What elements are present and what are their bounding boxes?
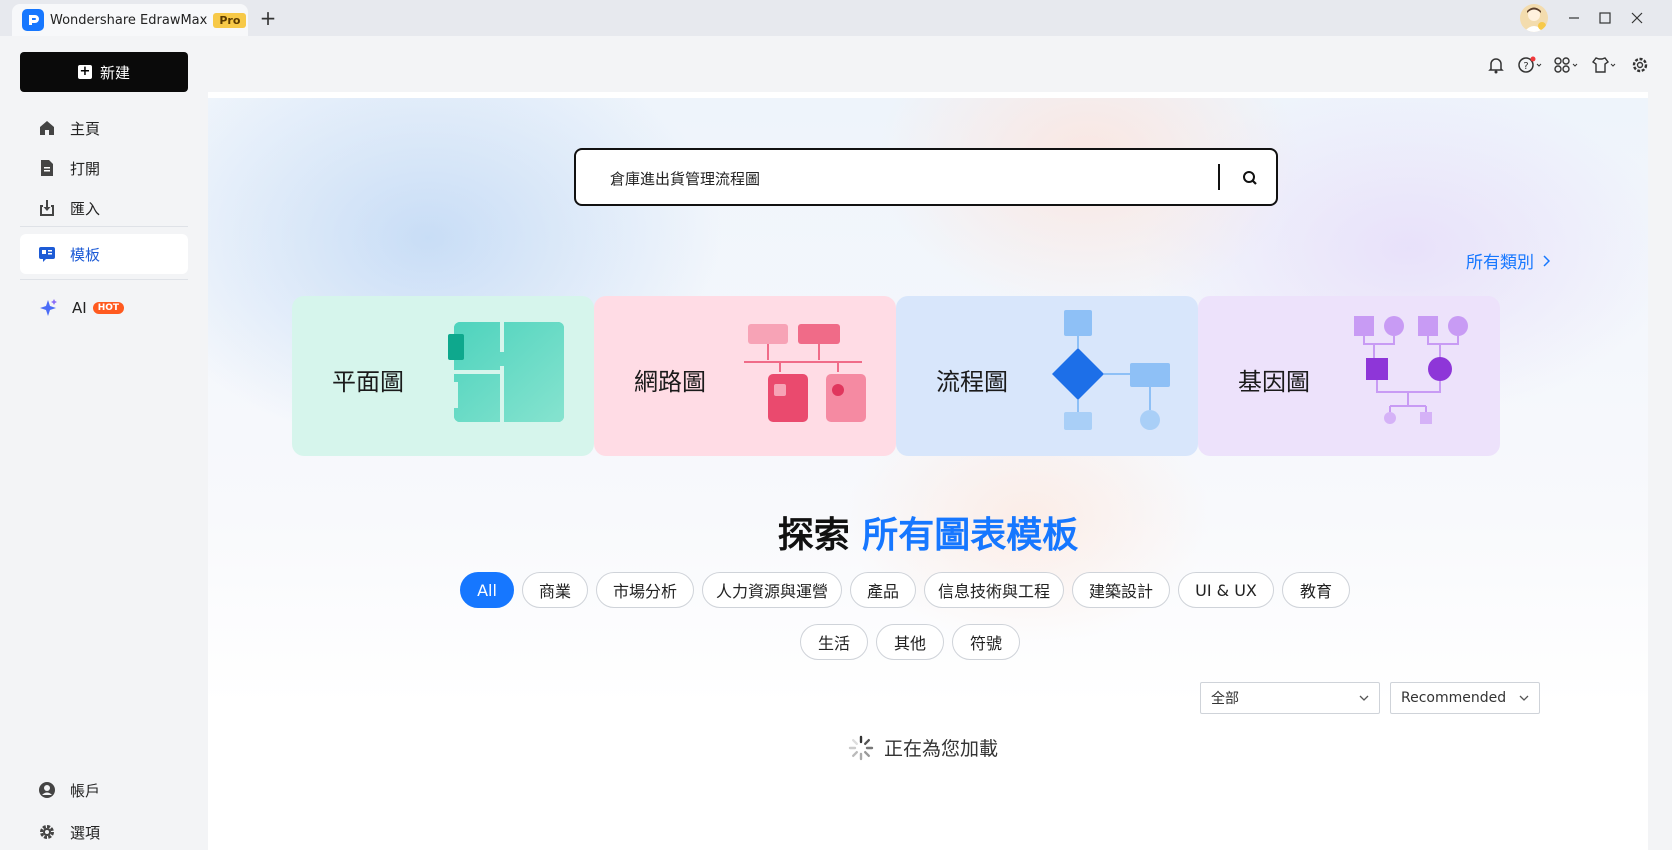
search-input[interactable] — [610, 166, 1210, 190]
bell-icon[interactable] — [1484, 54, 1508, 76]
file-icon — [41, 160, 53, 176]
sidebar-item-label: 選項 — [70, 823, 101, 842]
sidebar-item-open[interactable]: 打開 — [20, 148, 188, 188]
all-categories-link[interactable]: 所有類別 — [1466, 248, 1550, 273]
sidebar-item-import[interactable]: 匯入 — [20, 188, 188, 228]
filter-chip-ui-ux[interactable]: UI & UX — [1178, 572, 1274, 608]
sidebar-item-label: 打開 — [70, 159, 101, 178]
search-icon[interactable] — [1240, 168, 1260, 188]
card-flowchart[interactable]: 流程圖 — [896, 296, 1198, 456]
flowchart-illustration — [1052, 310, 1170, 430]
sidebar-divider — [20, 226, 188, 227]
sparkle-icon — [40, 299, 57, 316]
card-network[interactable]: 網路圖 — [594, 296, 896, 456]
user-avatar[interactable] — [1520, 4, 1548, 32]
all-categories-label: 所有類別 — [1466, 253, 1534, 273]
explore-prefix: 探索 — [777, 515, 850, 556]
sidebar-item-label: 模板 — [70, 245, 101, 264]
templates-panel: 所有類別 平面圖 網路圖 — [208, 92, 1648, 850]
new-button[interactable]: + 新建 — [20, 52, 188, 92]
pro-badge: Pro — [213, 12, 247, 28]
sidebar-item-account[interactable]: 帳戶 — [20, 770, 188, 810]
filter-chip-all[interactable]: All — [460, 572, 514, 608]
sort-select[interactable]: Recommended — [1390, 682, 1540, 714]
card-label: 平面圖 — [332, 368, 404, 396]
filter-chip-education[interactable]: 教育 — [1282, 572, 1350, 608]
shirt-icon[interactable] — [1590, 54, 1620, 76]
new-tab-button[interactable]: + — [258, 6, 278, 30]
filter-chip-symbols[interactable]: 符號 — [952, 624, 1020, 660]
sidebar-item-label: 主頁 — [70, 119, 101, 138]
plus-icon: + — [77, 64, 92, 79]
hot-badge: HOT — [92, 302, 125, 314]
apps-icon[interactable] — [1552, 54, 1582, 76]
filter-chip-other[interactable]: 其他 — [876, 624, 944, 660]
sort-select-value: Recommended — [1401, 690, 1507, 706]
filter-chip-marketing[interactable]: 市場分析 — [596, 572, 694, 608]
sidebar: + 新建 主頁 打開 匯入 模板 AI HOT 帳戶 選項 — [0, 36, 208, 850]
settings-icon[interactable] — [1628, 54, 1652, 76]
sidebar-item-templates[interactable]: 模板 — [20, 234, 188, 274]
card-label: 流程圖 — [936, 368, 1008, 396]
template-search-box — [574, 148, 1278, 206]
filter-chip-life[interactable]: 生活 — [800, 624, 868, 660]
new-button-label: 新建 — [99, 63, 130, 82]
edrawmax-logo-icon — [22, 9, 44, 31]
card-genogram[interactable]: 基因圖 — [1198, 296, 1500, 456]
template-icon — [39, 247, 55, 262]
sidebar-item-label: AI — [72, 299, 87, 317]
sidebar-item-options[interactable]: 選項 — [20, 812, 188, 850]
help-icon[interactable]: ? — [1516, 54, 1546, 76]
sidebar-item-label: 匯入 — [70, 199, 101, 218]
sidebar-item-label: 帳戶 — [70, 781, 101, 800]
card-label: 基因圖 — [1238, 368, 1310, 396]
loading-indicator: 正在為您加載 — [848, 734, 998, 761]
filter-chip-it-engineering[interactable]: 信息技術與工程 — [924, 572, 1064, 608]
spinner-icon — [848, 735, 874, 760]
maximize-button[interactable] — [1590, 6, 1620, 30]
loading-text: 正在為您加載 — [884, 738, 999, 760]
minimize-button[interactable] — [1559, 6, 1589, 30]
scope-select-value: 全部 — [1211, 691, 1239, 707]
home-icon — [40, 121, 54, 135]
explore-highlight: 所有圖表模板 — [862, 515, 1079, 556]
floor-plan-illustration — [448, 322, 564, 422]
sidebar-divider — [20, 279, 188, 280]
filter-chip-hr-operations[interactable]: 人力資源與運營 — [702, 572, 842, 608]
card-floor-plan[interactable]: 平面圖 — [292, 296, 594, 456]
filter-chip-business[interactable]: 商業 — [522, 572, 588, 608]
explore-heading: 探索 所有圖表模板 — [208, 506, 1648, 558]
scope-select[interactable]: 全部 — [1200, 682, 1380, 714]
gear-icon — [40, 825, 54, 839]
title-bar: Wondershare EdrawMax Pro + — [0, 0, 1672, 36]
filter-chip-architecture[interactable]: 建築設計 — [1072, 572, 1170, 608]
sidebar-item-home[interactable]: 主頁 — [20, 108, 188, 148]
filter-chip-product[interactable]: 產品 — [850, 572, 916, 608]
app-title: Wondershare EdrawMax — [50, 12, 208, 28]
chevron-down-icon — [1359, 695, 1369, 701]
app-tab[interactable]: Wondershare EdrawMax Pro — [12, 4, 248, 36]
text-cursor — [1218, 164, 1220, 190]
chevron-right-icon — [1543, 254, 1550, 267]
account-icon — [39, 782, 55, 798]
network-illustration — [744, 324, 866, 422]
card-label: 網路圖 — [634, 368, 706, 396]
close-button[interactable] — [1622, 6, 1652, 30]
svg-text:?: ? — [1523, 61, 1528, 72]
chevron-down-icon — [1519, 695, 1529, 701]
sidebar-item-ai[interactable]: AI HOT — [20, 288, 188, 328]
genogram-illustration — [1354, 316, 1468, 424]
import-icon — [40, 200, 54, 216]
